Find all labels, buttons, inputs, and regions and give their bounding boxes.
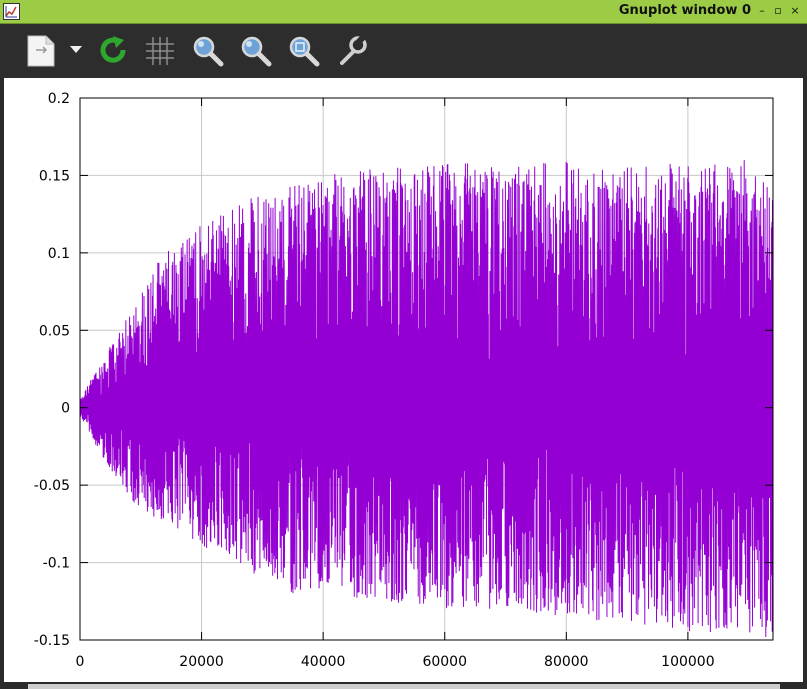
copy-to-clipboard-button[interactable] xyxy=(24,33,60,69)
replot-button[interactable] xyxy=(96,33,132,69)
zoom-autoscale-icon xyxy=(289,36,320,67)
gnuplot-app-icon[interactable] xyxy=(3,3,20,20)
x-tick-label: 40000 xyxy=(301,654,346,670)
y-tick-label: 0.1 xyxy=(48,246,70,262)
minimize-button[interactable]: – xyxy=(755,3,769,19)
refresh-icon xyxy=(100,36,126,63)
gnuplot-window: Gnuplot window 0 – ▫ × -0.15 -0.1 -0.05 … xyxy=(0,0,807,689)
zoom-previous-icon xyxy=(193,36,224,67)
y-tick-label: 0.2 xyxy=(48,91,70,107)
autoscale-button[interactable] xyxy=(286,33,322,69)
waveform-series-line xyxy=(79,160,774,637)
chevron-down-icon xyxy=(70,46,82,53)
wrench-icon xyxy=(340,34,367,65)
x-tick-label: 100000 xyxy=(661,654,714,670)
series-layer xyxy=(79,160,774,637)
status-strip xyxy=(0,682,807,689)
close-button[interactable]: × xyxy=(788,3,802,19)
clipboard-icon xyxy=(27,35,55,67)
toolbar xyxy=(0,24,807,78)
chart-icon xyxy=(4,4,19,19)
window-title: Gnuplot window 0 xyxy=(618,3,751,18)
y-tick-label: -0.15 xyxy=(34,633,70,649)
x-tick-label: 0 xyxy=(76,654,85,670)
y-tick-label: 0 xyxy=(61,401,70,417)
x-tick-label: 60000 xyxy=(422,654,467,670)
x-tick-label: 80000 xyxy=(544,654,589,670)
y-tick-label: 0.05 xyxy=(39,323,70,339)
x-tick-label: 20000 xyxy=(179,654,224,670)
grid-icon xyxy=(146,37,174,65)
toggle-grid-button[interactable] xyxy=(142,33,178,69)
next-zoom-button[interactable] xyxy=(238,33,274,69)
resize-grip[interactable] xyxy=(28,684,780,689)
y-tick-label: 0.15 xyxy=(39,168,70,184)
export-menu-button[interactable] xyxy=(64,33,88,69)
restore-button[interactable]: ▫ xyxy=(771,3,785,19)
title-bar[interactable]: Gnuplot window 0 – ▫ × xyxy=(0,0,807,24)
plot-canvas[interactable]: -0.15 -0.1 -0.05 0 0.05 0.1 0.15 0.2 0 20000 40000… xyxy=(4,78,803,682)
y-tick-label: -0.1 xyxy=(43,556,70,572)
settings-button[interactable] xyxy=(334,33,370,69)
zoom-next-icon xyxy=(241,36,272,67)
previous-zoom-button[interactable] xyxy=(190,33,226,69)
y-tick-label: -0.05 xyxy=(34,478,70,494)
waveform-chart[interactable]: -0.15 -0.1 -0.05 0 0.05 0.1 0.15 0.2 0 20000 40000… xyxy=(4,78,803,682)
